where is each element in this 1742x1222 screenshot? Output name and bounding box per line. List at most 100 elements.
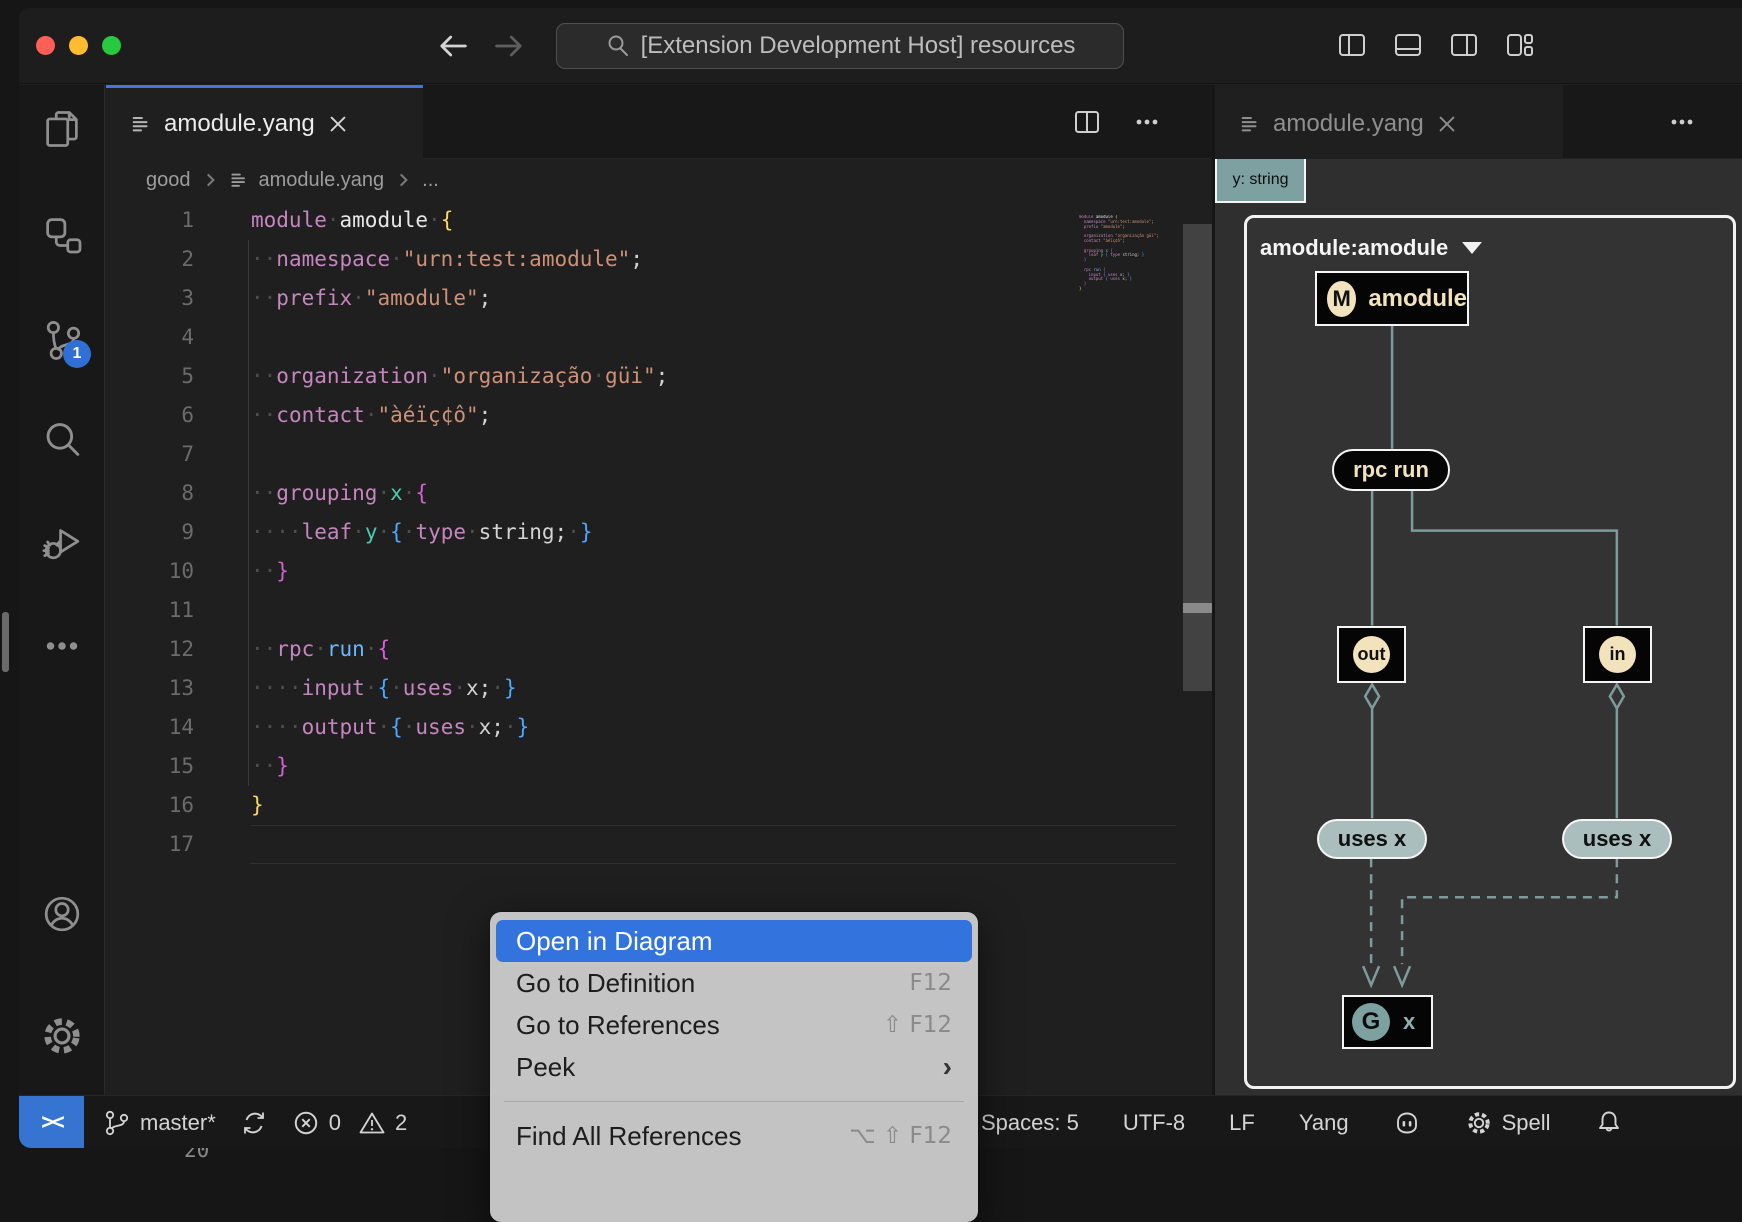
toggle-secondary-sidebar-icon[interactable] — [1449, 30, 1479, 60]
code-line[interactable]: 11 — [106, 591, 1212, 630]
source-control-icon[interactable]: 1 — [39, 316, 91, 368]
indentation-status[interactable]: Spaces: 5 — [981, 1110, 1079, 1136]
dropdown-caret-icon — [1462, 242, 1483, 254]
code-line[interactable]: 3 ··prefix·"amodule"; — [106, 279, 1212, 318]
code-line[interactable]: 8 ··grouping·x·{ — [106, 474, 1212, 513]
editor-actions-more-icon[interactable] — [1132, 107, 1162, 137]
spell-gear-icon — [1467, 1111, 1490, 1134]
code-line[interactable]: 5 ··organization·"organização·güi"; — [106, 357, 1212, 396]
diagram-node-grouping[interactable]: G x — [1342, 995, 1433, 1049]
code-line[interactable]: 15 ··} — [106, 747, 1212, 786]
close-tab-icon[interactable] — [327, 113, 349, 135]
context-menu-items: Open in Diagram Go to Definition F12 Go to … — [490, 920, 978, 1157]
eol-status[interactable]: LF — [1229, 1110, 1255, 1136]
diagram-module-name: amodule:amodule — [1260, 235, 1449, 260]
scm-badge: 1 — [63, 340, 91, 368]
line-number: 9 — [181, 520, 194, 544]
diagram-edges — [1361, 325, 1626, 989]
line-number: 6 — [181, 403, 194, 427]
diagram-node-input[interactable]: in — [1583, 626, 1652, 683]
settings-gear-icon[interactable] — [39, 1013, 85, 1059]
account-icon[interactable] — [39, 891, 85, 937]
minimize-window-button[interactable] — [69, 36, 88, 55]
menu-item-peek[interactable]: Peek › — [496, 1046, 972, 1088]
navigate-back-button[interactable] — [435, 28, 471, 64]
scrollbar-thumb[interactable] — [1183, 603, 1213, 613]
search-view-icon[interactable] — [39, 417, 85, 463]
menu-item-go-to-definition[interactable]: Go to Definition F12 — [496, 962, 972, 1004]
code-line[interactable]: 10 ··} — [106, 552, 1212, 591]
explorer-icon[interactable] — [39, 106, 85, 152]
code-line[interactable]: 12 ··rpc·run·{ — [106, 630, 1212, 669]
sync-icon — [243, 1112, 264, 1133]
title-bar: [Extension Development Host] resources — [19, 8, 1742, 84]
diagram-node-uses-left[interactable]: uses x — [1317, 819, 1427, 859]
code-line[interactable]: 9 ····leaf·y·{·type·string;·} — [106, 513, 1212, 552]
split-editor-icon[interactable] — [1072, 107, 1102, 137]
diagram-node-uses-right[interactable]: uses x — [1562, 819, 1672, 859]
run-debug-icon[interactable] — [39, 519, 85, 565]
line-number: 16 — [168, 793, 194, 817]
yang-diagram-extension-icon[interactable] — [39, 211, 85, 257]
module-badge: M — [1327, 280, 1357, 317]
code-line[interactable]: 4 — [106, 318, 1212, 357]
diagram-node-rpc-run[interactable]: rpc run — [1332, 449, 1450, 491]
grouping-label: x — [1403, 1009, 1416, 1034]
tab-amodule-yang[interactable]: amodule.yang — [106, 85, 423, 159]
spell-checker-status[interactable]: Spell — [1465, 1109, 1551, 1137]
close-window-button[interactable] — [36, 36, 55, 55]
menu-item-go-to-references[interactable]: Go to References ⇧ F12 — [496, 1004, 972, 1046]
code-line[interactable]: 14 ····output·{·uses·x;·} — [106, 708, 1212, 747]
code-line[interactable]: 13 ····input·{·uses·x;·} — [106, 669, 1212, 708]
line-number: 1 — [181, 208, 194, 232]
zoom-window-button[interactable] — [102, 36, 121, 55]
close-tab-icon[interactable] — [1436, 113, 1458, 135]
line-number: 7 — [181, 442, 194, 466]
menu-item-shortcut: ⌥ ⇧ F12 — [849, 1123, 952, 1149]
more-views-icon[interactable] — [39, 623, 85, 669]
breadcrumb-folder[interactable]: good — [146, 169, 191, 192]
menu-item-find-all-references[interactable]: Find All References ⌥ ⇧ F12 — [496, 1115, 972, 1157]
customize-layout-icon[interactable] — [1505, 30, 1535, 60]
toggle-panel-icon[interactable] — [1393, 30, 1423, 60]
sync-status[interactable] — [240, 1109, 268, 1137]
notifications-status[interactable] — [1595, 1109, 1623, 1137]
git-branch-icon — [105, 1110, 129, 1135]
diagram-module-dropdown[interactable]: amodule:amodule — [1260, 235, 1483, 261]
remote-indicator[interactable]: >< — [19, 1096, 84, 1148]
diagram-webview: amodule:amodule M amodule rpc run out in — [1215, 159, 1742, 1095]
menu-item-open-in-diagram[interactable]: Open in Diagram — [496, 920, 972, 962]
code-line[interactable]: 1 module·amodule·{ — [106, 201, 1212, 240]
error-count: 0 — [328, 1109, 342, 1135]
tab-amodule-yang-diagram[interactable]: amodule.yang — [1215, 85, 1563, 159]
code-line[interactable]: 6 ··contact·"àéïç¢ô"; — [106, 396, 1212, 435]
navigate-forward-button[interactable] — [491, 28, 527, 64]
scrollbar-track[interactable] — [1183, 224, 1213, 691]
breadcrumb-file[interactable]: amodule.yang — [259, 169, 385, 192]
command-center-search[interactable]: [Extension Development Host] resources — [556, 23, 1124, 69]
tab-label: amodule.yang — [164, 109, 315, 137]
code-line[interactable]: 7 — [106, 435, 1212, 474]
code-line[interactable]: 2 ··namespace·"urn:test:amodule"; — [106, 240, 1212, 279]
menu-item-label: Peek — [516, 1051, 576, 1082]
toggle-primary-sidebar-icon[interactable] — [1337, 30, 1367, 60]
git-branch-status[interactable]: master* — [103, 1109, 216, 1137]
editor-actions-more-icon[interactable] — [1667, 107, 1697, 137]
diagram-node-module[interactable]: M amodule — [1315, 271, 1469, 326]
window-controls — [36, 36, 121, 55]
editor-group-right: amodule.yang amodule:amodule M amodule r… — [1215, 85, 1742, 1095]
remote-icon: >< — [41, 1110, 64, 1135]
line-number: 12 — [168, 637, 194, 661]
activity-bar: 1 — [19, 85, 105, 1095]
menu-item-label: Go to References — [516, 1009, 720, 1040]
code-line[interactable]: 16} — [106, 786, 1212, 825]
diagram-node-output[interactable]: out — [1337, 626, 1406, 683]
yang-file-icon — [132, 116, 148, 131]
breadcrumb-symbol[interactable]: ... — [422, 169, 439, 192]
line-number: 13 — [168, 676, 194, 700]
problems-status[interactable]: 0 2 — [292, 1109, 407, 1137]
breadcrumb: good amodule.yang ... — [106, 159, 1212, 201]
copilot-status[interactable] — [1393, 1109, 1421, 1137]
language-mode-status[interactable]: Yang — [1299, 1110, 1349, 1136]
encoding-status[interactable]: UTF-8 — [1123, 1110, 1185, 1136]
